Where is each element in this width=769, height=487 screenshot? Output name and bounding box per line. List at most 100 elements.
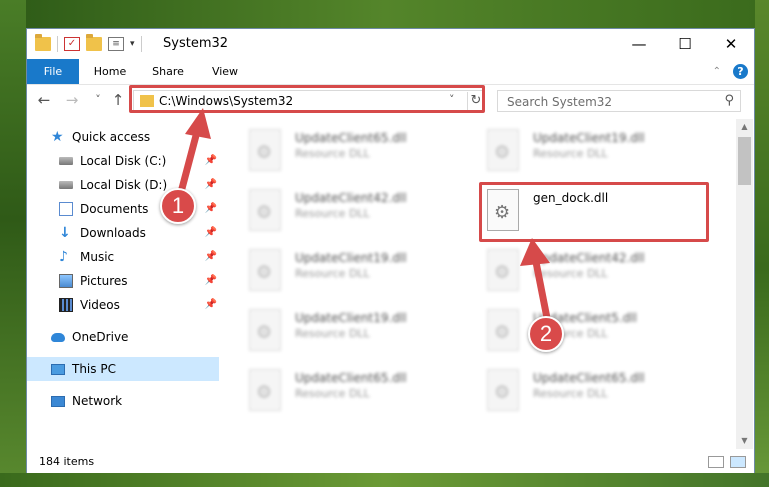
sidebar-item-label: This PC — [72, 362, 116, 376]
drive-icon — [59, 157, 73, 165]
file-list: UpdateClient65.dll Resource DLL UpdateCl… — [221, 119, 733, 449]
file-item[interactable]: UpdateClient65.dll Resource DLL — [487, 367, 707, 421]
step-badge-2: 2 — [528, 316, 564, 352]
large-icons-view-icon[interactable] — [730, 456, 746, 468]
file-name: UpdateClient65.dll — [533, 371, 645, 385]
star-icon: ★ — [51, 129, 64, 145]
pin-icon[interactable]: 📌 — [205, 269, 217, 293]
file-name: UpdateClient19.dll — [295, 251, 407, 265]
maximize-button[interactable]: ☐ — [662, 29, 708, 59]
dll-file-icon — [487, 309, 519, 351]
tab-home[interactable]: Home — [87, 59, 133, 84]
scroll-down-arrow-icon[interactable]: ▼ — [736, 433, 753, 449]
file-item[interactable]: UpdateClient19.dll Resource DLL — [487, 127, 707, 181]
sidebar-item-network[interactable]: Network — [27, 389, 219, 413]
tab-file[interactable]: File — [27, 59, 79, 84]
sidebar-item-pictures[interactable]: Pictures 📌 — [27, 269, 219, 293]
properties-check-icon[interactable]: ✓ — [64, 37, 80, 51]
sidebar-item-label: OneDrive — [72, 330, 129, 344]
dll-file-icon — [249, 369, 281, 411]
sidebar-item-music[interactable]: ♪ Music 📌 — [27, 245, 219, 269]
downloads-icon: ↓ — [59, 225, 71, 241]
ribbon-tabs: File Home Share View ⌃ ? — [27, 59, 754, 85]
sidebar-item-this-pc[interactable]: This PC — [27, 357, 219, 381]
title-bar: ✓ ≡ ▾ System32 — ☐ ✕ — [27, 29, 754, 59]
search-box[interactable]: Search System32 ⚲ — [497, 90, 741, 112]
file-item[interactable]: UpdateClient5.dll Resource DLL — [487, 307, 707, 361]
sidebar-item-label: Pictures — [80, 274, 128, 288]
this-pc-icon — [51, 363, 65, 375]
file-type: Resource DLL — [295, 147, 370, 160]
pin-icon[interactable]: 📌 — [205, 245, 217, 269]
file-item[interactable]: UpdateClient42.dll Resource DLL — [249, 187, 469, 241]
file-type: Resource DLL — [295, 267, 370, 280]
file-name: UpdateClient42.dll — [533, 251, 645, 265]
sidebar-item-quick-access[interactable]: ★ Quick access — [27, 125, 219, 149]
file-highlight — [479, 182, 709, 242]
pin-icon[interactable]: 📌 — [205, 173, 217, 197]
dll-file-icon — [249, 309, 281, 351]
address-bar-highlight — [129, 85, 485, 113]
status-bar: 184 items — [27, 451, 754, 473]
sidebar-item-label: Documents — [80, 202, 149, 216]
file-type: Resource DLL — [533, 387, 608, 400]
pin-icon[interactable]: 📌 — [205, 293, 217, 317]
navigation-pane: ★ Quick access Local Disk (C:) 📌 Local D… — [27, 119, 219, 449]
file-name: UpdateClient19.dll — [295, 311, 407, 325]
file-name: UpdateClient65.dll — [295, 131, 407, 145]
file-name: UpdateClient65.dll — [295, 371, 407, 385]
tab-view[interactable]: View — [203, 59, 247, 84]
window-controls: — ☐ ✕ — [616, 29, 754, 59]
sidebar-item-onedrive[interactable]: OneDrive — [27, 325, 219, 349]
search-icon[interactable]: ⚲ — [724, 93, 734, 108]
scroll-up-arrow-icon[interactable]: ▲ — [736, 119, 753, 135]
minimize-button[interactable]: — — [616, 29, 662, 59]
file-type: Resource DLL — [533, 267, 608, 280]
file-item[interactable]: UpdateClient42.dll Resource DLL — [487, 247, 707, 301]
sidebar-item-label: Videos — [80, 298, 120, 312]
file-item[interactable]: UpdateClient65.dll Resource DLL — [249, 127, 469, 181]
file-item[interactable]: UpdateClient19.dll Resource DLL — [249, 307, 469, 361]
forward-button[interactable]: → — [63, 91, 81, 109]
desktop-background-right — [755, 0, 769, 487]
search-input[interactable]: Search System32 — [507, 95, 612, 109]
toolbar-divider — [140, 36, 142, 52]
pin-icon[interactable]: 📌 — [205, 197, 217, 221]
dll-file-icon — [487, 369, 519, 411]
file-name: UpdateClient19.dll — [533, 131, 645, 145]
recent-locations-button[interactable]: ˅ — [89, 93, 107, 106]
file-item[interactable]: UpdateClient65.dll Resource DLL — [249, 367, 469, 421]
help-icon[interactable]: ? — [733, 64, 748, 79]
file-name: UpdateClient42.dll — [295, 191, 407, 205]
sidebar-item-label: Local Disk (D:) — [80, 178, 168, 192]
details-view-icon[interactable] — [708, 456, 724, 468]
file-type: Resource DLL — [295, 387, 370, 400]
file-type: Resource DLL — [295, 207, 370, 220]
sidebar-item-videos[interactable]: Videos 📌 — [27, 293, 219, 317]
customize-toolbar-chevron-icon[interactable]: ▾ — [130, 39, 135, 49]
tab-share[interactable]: Share — [145, 59, 191, 84]
new-folder-icon[interactable] — [86, 34, 102, 51]
up-button[interactable]: ↑ — [109, 91, 127, 109]
expand-ribbon-chevron-icon[interactable]: ⌃ — [713, 66, 721, 77]
sidebar-item-label: Music — [80, 250, 115, 264]
documents-icon — [59, 202, 73, 216]
music-icon: ♪ — [59, 249, 68, 265]
sidebar-item-local-disk-c[interactable]: Local Disk (C:) 📌 — [27, 149, 219, 173]
dll-file-icon — [249, 189, 281, 231]
pin-icon[interactable]: 📌 — [205, 221, 217, 245]
rename-icon[interactable]: ≡ — [108, 37, 124, 51]
step-badge-1: 1 — [160, 188, 196, 224]
file-item[interactable]: UpdateClient19.dll Resource DLL — [249, 247, 469, 301]
sidebar-item-downloads[interactable]: ↓ Downloads 📌 — [27, 221, 219, 245]
dll-file-icon — [487, 129, 519, 171]
back-button[interactable]: ← — [35, 91, 53, 109]
desktop-background-top — [0, 0, 769, 28]
pin-icon[interactable]: 📌 — [205, 149, 217, 173]
sidebar-item-label: Local Disk (C:) — [80, 154, 167, 168]
scrollbar-thumb[interactable] — [738, 137, 751, 185]
file-type: Resource DLL — [295, 327, 370, 340]
vertical-scrollbar[interactable]: ▲ ▼ — [736, 119, 753, 449]
close-button[interactable]: ✕ — [708, 29, 754, 59]
desktop-background-left — [0, 0, 26, 487]
